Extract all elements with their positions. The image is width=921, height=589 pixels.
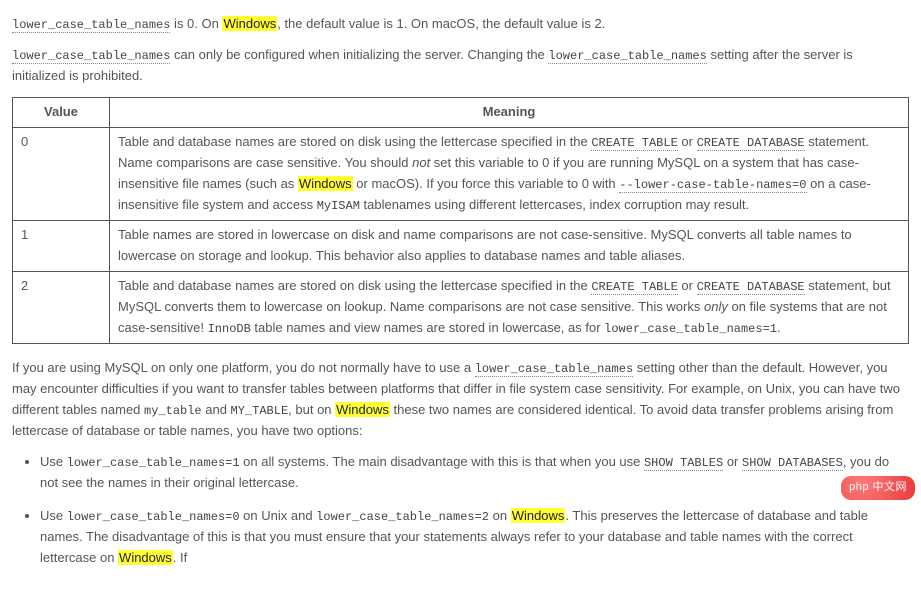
highlight-windows: Windows <box>298 176 353 191</box>
intro-paragraph-2: lower_case_table_names can only be confi… <box>12 45 909 87</box>
value-cell: 1 <box>13 221 110 272</box>
highlight-windows: Windows <box>118 550 173 565</box>
list-item: Use lower_case_table_names=1 on all syst… <box>40 452 909 494</box>
after-paragraph: If you are using MySQL on only one platf… <box>12 358 909 442</box>
highlight-windows: Windows <box>335 402 390 417</box>
meaning-cell: Table and database names are stored on d… <box>110 127 909 220</box>
code-var: lower_case_table_names <box>12 49 170 64</box>
intro-paragraph-1: lower_case_table_names is 0. On Windows,… <box>12 14 909 35</box>
watermark-badge: php 中文网 <box>841 476 915 500</box>
highlight-windows: Windows <box>222 16 277 31</box>
meaning-cell: Table and database names are stored on d… <box>110 271 909 343</box>
value-cell: 0 <box>13 127 110 220</box>
meaning-cell: Table names are stored in lowercase on d… <box>110 221 909 272</box>
table-header-meaning: Meaning <box>110 98 909 128</box>
table-row: 2 Table and database names are stored on… <box>13 271 909 343</box>
table-header-value: Value <box>13 98 110 128</box>
highlight-windows: Windows <box>511 508 566 523</box>
values-table: Value Meaning 0 Table and database names… <box>12 97 909 344</box>
list-item: Use lower_case_table_names=0 on Unix and… <box>40 506 909 569</box>
table-row: 1 Table names are stored in lowercase on… <box>13 221 909 272</box>
code-var: lower_case_table_names <box>548 49 706 64</box>
table-row: 0 Table and database names are stored on… <box>13 127 909 220</box>
code-var: lower_case_table_names <box>12 18 170 33</box>
value-cell: 2 <box>13 271 110 343</box>
options-list: Use lower_case_table_names=1 on all syst… <box>12 452 909 569</box>
